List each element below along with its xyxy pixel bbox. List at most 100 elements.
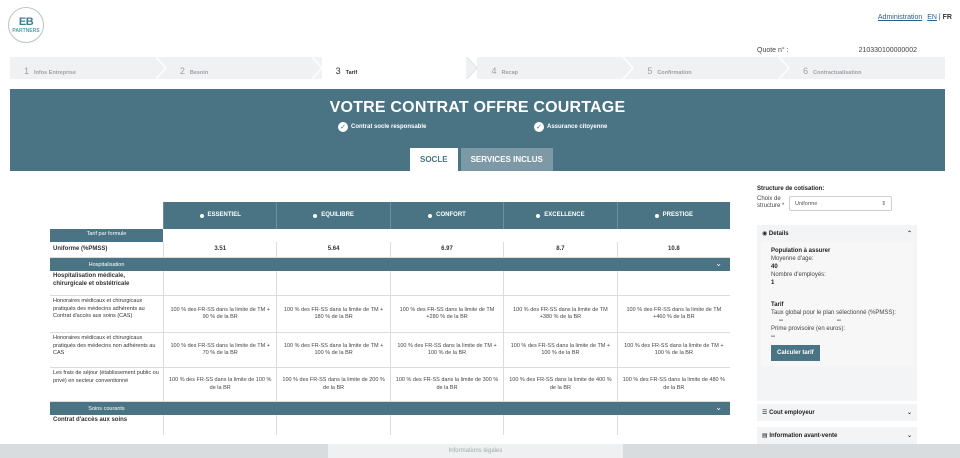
empty-cell xyxy=(276,271,389,295)
step-label: Confirmation xyxy=(657,70,692,76)
uniforme-value: 6.97 xyxy=(389,242,503,257)
formula-label: PRESTIGE xyxy=(662,211,693,218)
step-number: 4 xyxy=(491,66,497,76)
table-cell: 100 % des FR-SS dans la limite de TM +28… xyxy=(389,296,503,332)
empty-cell xyxy=(163,271,276,295)
dot-icon xyxy=(199,213,204,218)
chevron-up-icon[interactable]: ⌃ xyxy=(907,230,912,237)
step-confirmation[interactable]: 5 Confirmation xyxy=(633,57,791,79)
employees-value: 1 xyxy=(771,280,775,286)
empty-cell xyxy=(503,271,616,295)
step-number: 3 xyxy=(335,66,341,76)
step-recap[interactable]: 4 Recap xyxy=(477,57,635,79)
calculer-tarif-button[interactable]: Calculer tarif xyxy=(771,345,820,361)
taux-label: Taux global pour le plan sélectionné (%P… xyxy=(771,310,897,316)
subhead-label: Contrat d'accès aux soins xyxy=(53,417,128,423)
cout-header[interactable]: ☰ Cout employeur ⌄ xyxy=(757,404,917,421)
employees-label: Nombre d'employés: xyxy=(771,272,826,278)
chevron-down-icon[interactable]: ⌄ xyxy=(715,403,722,412)
formula-label: EXCELLENCE xyxy=(544,211,585,218)
information-avant-vente-card[interactable]: ▤ Information avant-vente ⌄ xyxy=(757,427,917,444)
table-cell: 100 % des FR-SS dans la limite de TM + 7… xyxy=(163,333,276,367)
list-icon: ☰ xyxy=(762,410,768,416)
details-header[interactable]: ◉ Details ⌃ xyxy=(757,225,917,242)
structure-field: Choix de structure * Uniforme ⇕ xyxy=(757,196,917,211)
table-cell: 100 % des FR-SS dans la limite de TM +38… xyxy=(503,296,616,332)
lang-en-link[interactable]: EN xyxy=(927,14,937,21)
badge-contrat-socle: ✓ Contrat socle responsable xyxy=(338,122,426,132)
chevron-down-icon[interactable]: ⌄ xyxy=(907,409,912,416)
dot-icon xyxy=(536,213,541,218)
cout-employeur-card[interactable]: ☰ Cout employeur ⌄ xyxy=(757,404,917,421)
chevron-down-icon[interactable]: ⌄ xyxy=(715,259,722,268)
section-hospitalisation[interactable]: Hospitalisation ⌄ xyxy=(50,258,730,271)
ebpartners-logo[interactable]: EB PARTNERS xyxy=(8,7,44,43)
dot-icon xyxy=(428,213,433,218)
logo-subtext: PARTNERS xyxy=(12,27,40,34)
table-cell: 100 % des FR-SS dans la limite de TM + 1… xyxy=(503,333,616,367)
administration-link[interactable]: Administration xyxy=(878,14,922,21)
table-cell: 100 % des FR-SS dans la limite de TM + 1… xyxy=(389,333,503,367)
chevron-down-icon[interactable]: ⌄ xyxy=(907,432,912,439)
formula-header-row: ESSENTIEL EQUILIBRE CONFORT EXCELLENCE P… xyxy=(50,202,731,229)
info-circle-icon: ◉ xyxy=(762,231,768,237)
step-infos-entreprise[interactable]: 1 Infos Entreprise xyxy=(10,57,167,79)
table-cell: 100 % des FR-SS dans la limite de TM +46… xyxy=(616,296,730,332)
legal-info-link[interactable]: Informations légales xyxy=(328,444,623,458)
details-title: Details xyxy=(768,231,789,237)
table-cell: 100 % des FR-SS dans la limite de 400 % … xyxy=(503,368,616,401)
formula-header-excellence[interactable]: EXCELLENCE xyxy=(503,202,617,229)
table-cell: 100 % des FR-SS dans la limite de TM + 1… xyxy=(276,333,389,367)
section-soins-courants[interactable]: Soins courants ⌄ xyxy=(50,402,730,415)
table-row: Honoraires médicaux et chirurgicaux prat… xyxy=(50,296,730,333)
uniforme-value: 8.7 xyxy=(503,242,616,257)
population-title: Population à assurer xyxy=(771,248,831,254)
structure-select[interactable]: Uniforme ⇕ xyxy=(789,196,892,211)
structure-title: Structure de cotisation: xyxy=(757,186,825,192)
row-label: Les frais de séjour (établissement publi… xyxy=(53,370,159,384)
tarif-spacer xyxy=(163,229,730,242)
badge-label: Contrat socle responsable xyxy=(351,124,427,130)
select-arrows-icon: ⇕ xyxy=(881,200,886,207)
table-cell: 100 % des FR-SS dans la limite de 100 % … xyxy=(163,368,276,401)
step-number: 6 xyxy=(803,66,809,76)
dot-icon xyxy=(654,213,659,218)
empty-cell xyxy=(503,415,616,435)
step-contractualisation[interactable]: 6 Contractualisation xyxy=(789,57,945,79)
formula-header-prestige[interactable]: PRESTIGE xyxy=(616,202,731,229)
tab-socle[interactable]: SOCLE xyxy=(410,148,458,171)
section-label: Hospitalisation xyxy=(88,261,125,268)
tarif-title: Tarif xyxy=(771,302,784,308)
table-row: Les frais de séjour (établissement publi… xyxy=(50,368,730,402)
table-cell: 100 % des FR-SS dans la limite de TM + 1… xyxy=(616,333,730,367)
formula-header-equilibre[interactable]: EQUILIBRE xyxy=(276,202,390,229)
taux-value: -- xyxy=(779,318,783,324)
progress-steps: 1 Infos Entreprise 2 Besoin 3 Tarif 4 Re… xyxy=(10,57,945,79)
tarif-label: Tarif par formule xyxy=(50,229,163,242)
step-number: 2 xyxy=(179,66,185,76)
top-links: Administration EN | FR xyxy=(878,14,952,21)
quote-value: 210330100000002 xyxy=(858,47,917,54)
check-circle-icon: ✓ xyxy=(338,122,348,132)
empty-cell xyxy=(389,415,503,435)
tab-services-inclus[interactable]: SERVICES INCLUS xyxy=(460,148,553,171)
info-title: Information avant-vente xyxy=(769,433,838,439)
formula-header-essentiel[interactable]: ESSENTIEL xyxy=(163,202,277,229)
tarif-row: Tarif par formule xyxy=(50,229,730,242)
banner-title: VOTRE CONTRAT OFFRE COURTAGE xyxy=(329,99,626,116)
quote-number: Quote n° : 210330100000002 xyxy=(757,47,917,54)
step-label: Contractualisation xyxy=(813,70,862,76)
table-cell: 100 % des FR-SS dans la limite de 300 % … xyxy=(389,368,503,401)
uniforme-row: Uniforme (%PMSS) 3.51 5.64 6.97 8.7 10.8 xyxy=(50,242,730,258)
structure-label: Choix de structure * xyxy=(757,196,785,209)
empty-cell xyxy=(616,271,730,295)
step-tarif[interactable]: 3 Tarif xyxy=(321,57,479,79)
info-header[interactable]: ▤ Information avant-vente ⌄ xyxy=(757,427,917,444)
formula-header-confort[interactable]: CONFORT xyxy=(389,202,504,229)
step-number: 1 xyxy=(24,66,30,76)
step-number: 5 xyxy=(647,66,653,76)
step-besoin[interactable]: 2 Besoin xyxy=(166,57,323,79)
prime-label: Prime provisoire (en euros): xyxy=(771,326,846,332)
row-label: Honoraires médicaux et chirurgicaux prat… xyxy=(53,335,156,356)
lang-fr-link[interactable]: FR xyxy=(943,14,952,21)
